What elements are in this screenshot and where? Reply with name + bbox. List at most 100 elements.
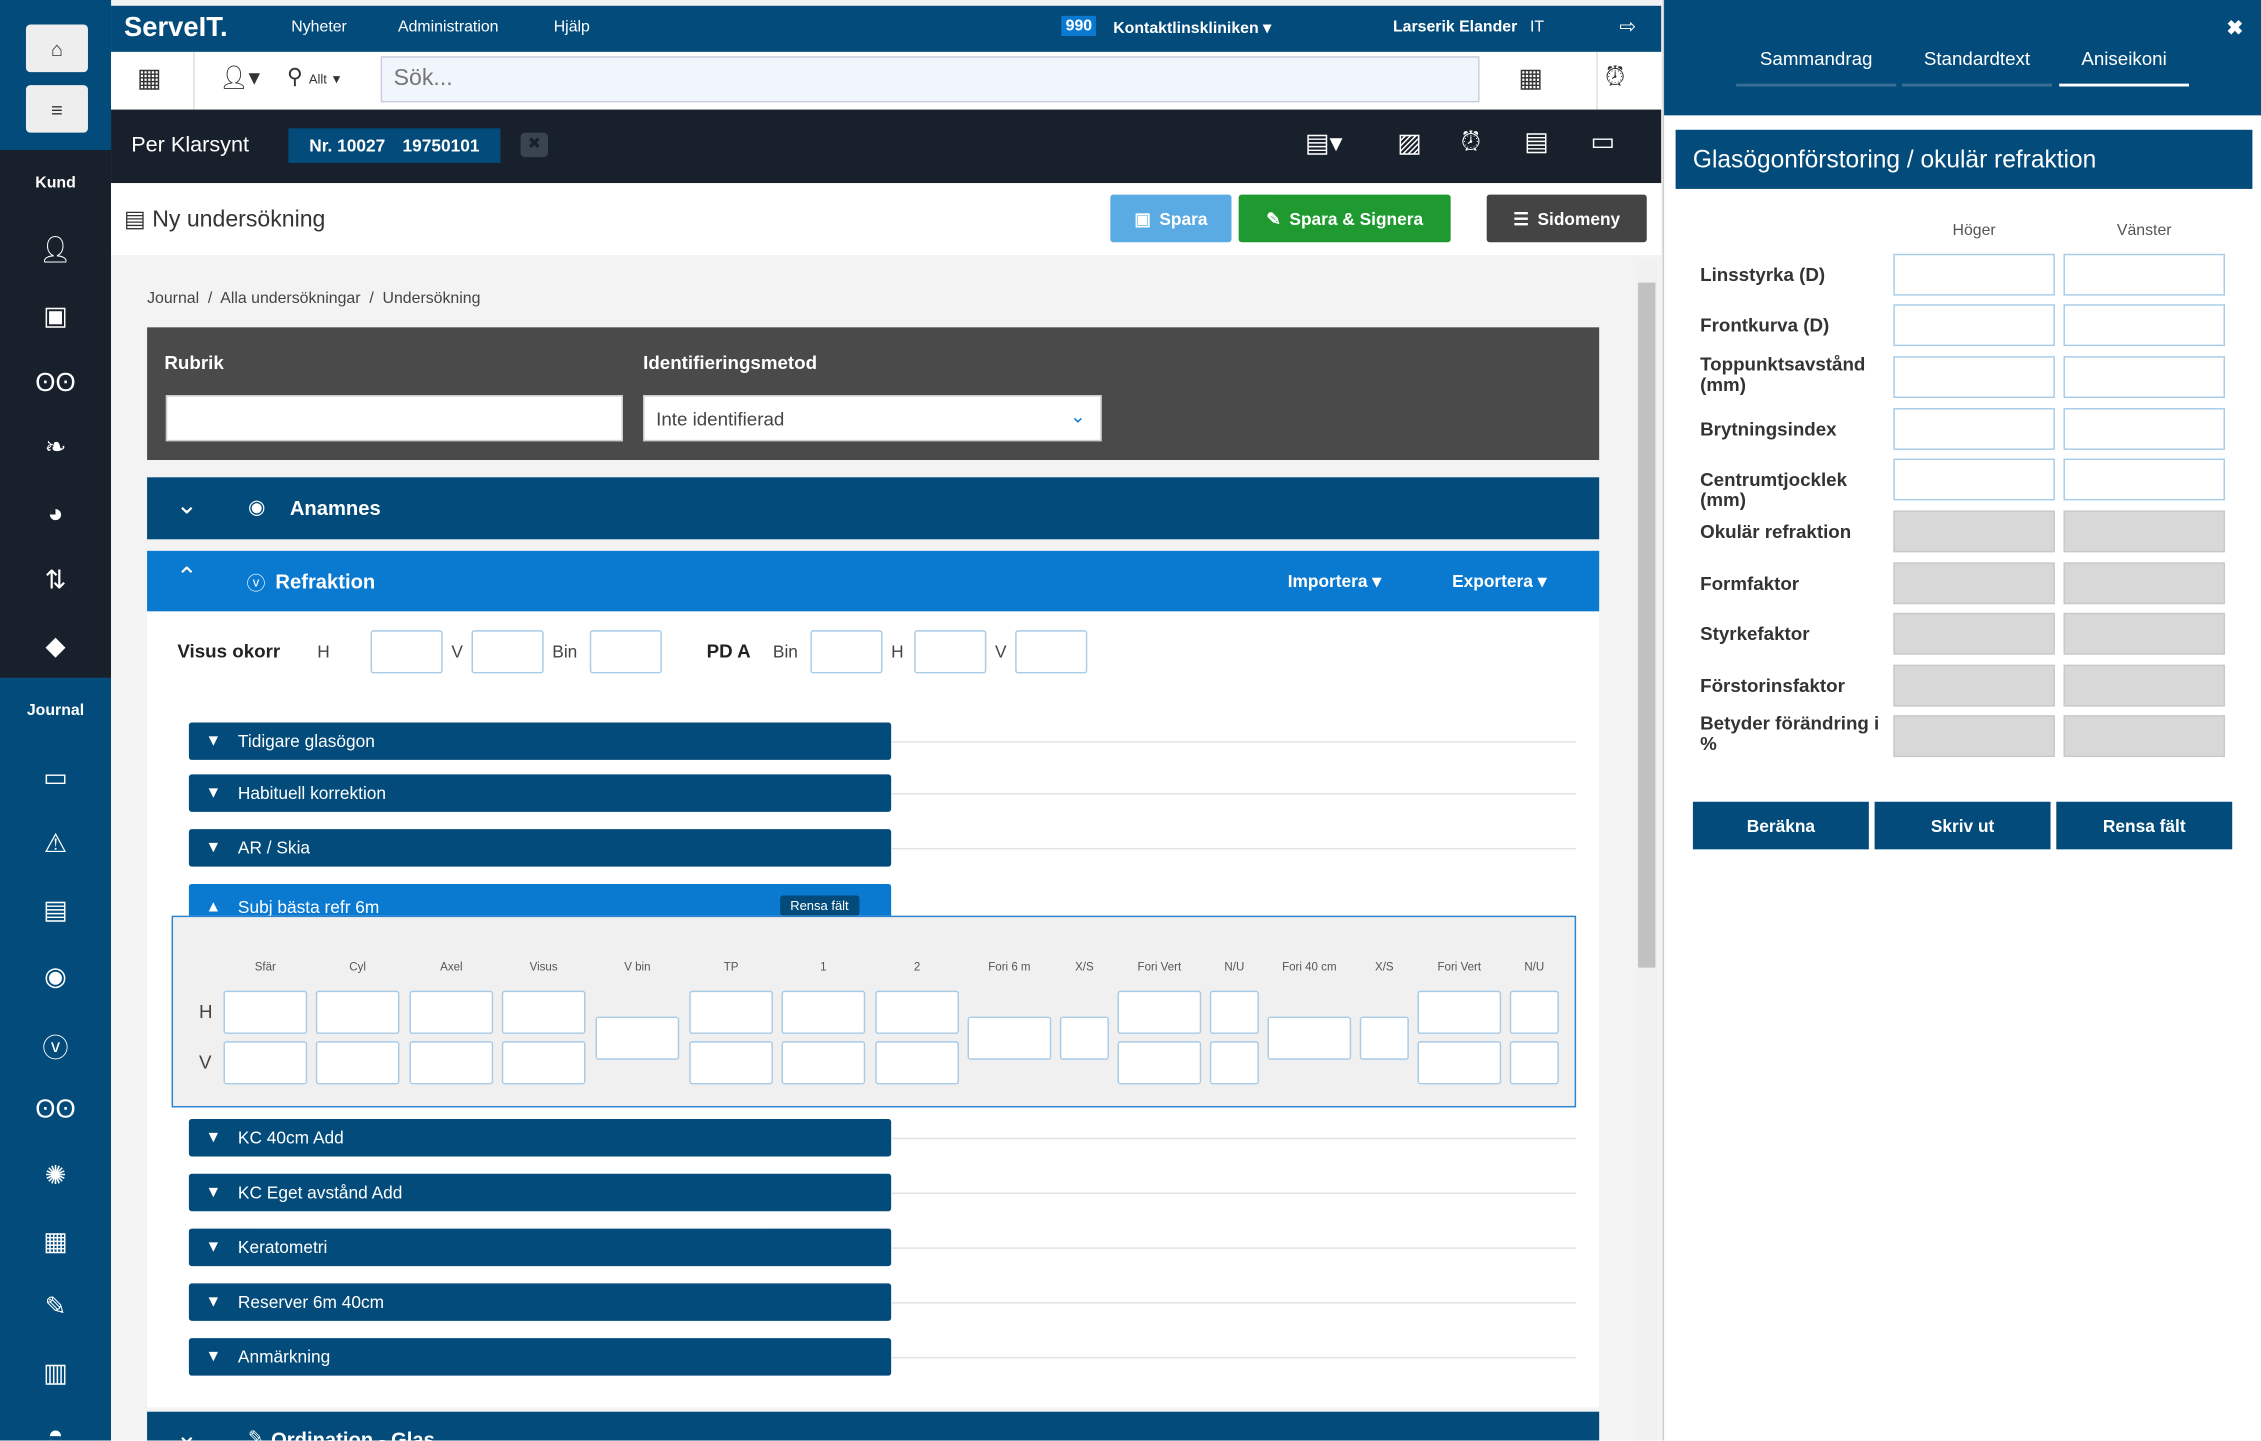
refraction-input[interactable] bbox=[223, 1041, 308, 1085]
refraction-input[interactable] bbox=[875, 1041, 959, 1085]
refraction-input[interactable] bbox=[409, 1041, 494, 1085]
glasses-icon[interactable]: ʘʘ bbox=[0, 368, 111, 398]
clear-fields-button[interactable]: Rensa fält bbox=[780, 895, 859, 916]
print-icon[interactable]: ▭ bbox=[1591, 127, 1616, 157]
calculate-button[interactable]: Beräkna bbox=[1692, 801, 1869, 850]
refraction-input[interactable] bbox=[1209, 990, 1259, 1034]
eye-icon[interactable]: ◉ bbox=[0, 962, 111, 992]
subsection-ar-skia[interactable]: ▼ AR / Skia bbox=[188, 829, 892, 867]
refraction-input[interactable] bbox=[781, 1041, 866, 1085]
document-icon[interactable]: ▥ bbox=[0, 1358, 111, 1388]
panel-input-field[interactable] bbox=[2063, 253, 2226, 296]
section-anamnes[interactable]: ⌄ ◉ Anamnes bbox=[147, 477, 1600, 540]
refraction-input[interactable] bbox=[1359, 1016, 1409, 1060]
add-record-icon[interactable]: ▤▾ bbox=[1305, 128, 1343, 158]
refraction-input[interactable] bbox=[875, 990, 959, 1034]
scrollbar-thumb[interactable] bbox=[1638, 282, 1656, 968]
refraction-input[interactable] bbox=[1059, 1016, 1109, 1060]
calendar-icon[interactable]: ▦ bbox=[137, 63, 162, 93]
ident-select[interactable]: Inte identifierad ⌄ bbox=[643, 395, 1102, 442]
import-dropdown[interactable]: Importera ▾ bbox=[1288, 571, 1381, 591]
refraction-input[interactable] bbox=[223, 990, 308, 1034]
message-icon[interactable]: ▤ bbox=[1524, 127, 1549, 157]
clinic-selector[interactable]: Kontaktlinskliniken ▾ bbox=[1113, 19, 1271, 37]
panel-input-field[interactable] bbox=[1893, 408, 2055, 450]
printer-icon[interactable]: ▤ bbox=[0, 895, 111, 925]
person-icon[interactable]: 👤︎ bbox=[0, 235, 111, 265]
save-sign-button[interactable]: ✎ Spara & Signera bbox=[1238, 194, 1451, 243]
logout-icon[interactable]: ⇨ bbox=[1619, 14, 1636, 39]
rubrik-input[interactable] bbox=[165, 395, 623, 442]
refraction-input[interactable] bbox=[1267, 1016, 1352, 1060]
visus-bin-input[interactable] bbox=[589, 630, 662, 674]
pda-bin-input[interactable] bbox=[810, 630, 883, 674]
scrollbar[interactable] bbox=[1636, 262, 1657, 1441]
subsection-reserver[interactable]: ▼ Reserver 6m 40cm bbox=[188, 1283, 892, 1321]
refraction-input[interactable] bbox=[1509, 1041, 1559, 1085]
user-name[interactable]: Larserik Elander bbox=[1393, 19, 1517, 36]
clock-icon[interactable]: ◕ bbox=[0, 499, 111, 529]
panel-input-field[interactable] bbox=[1893, 356, 2055, 398]
pda-v-input[interactable] bbox=[1015, 630, 1088, 674]
panel-input-field[interactable] bbox=[2063, 356, 2226, 398]
close-patient-button[interactable]: ✖ bbox=[520, 132, 548, 158]
subsection-tidigare-glasogon[interactable]: ▼ Tidigare glasögon bbox=[188, 722, 892, 760]
panel-input-field[interactable] bbox=[1893, 304, 2055, 347]
nav-hjalp[interactable]: Hjälp bbox=[554, 19, 590, 36]
menu-button[interactable]: ≡ bbox=[25, 85, 88, 133]
refraction-input[interactable] bbox=[595, 1016, 680, 1060]
refraction-input[interactable] bbox=[501, 1041, 586, 1085]
leaf-icon[interactable]: ❧ bbox=[0, 433, 111, 463]
refraction-input[interactable] bbox=[409, 990, 494, 1034]
refraction-input[interactable] bbox=[1117, 990, 1202, 1034]
case-icon[interactable]: ▦ bbox=[0, 1227, 111, 1257]
tab-standardtext[interactable]: Standardtext bbox=[1901, 48, 2052, 87]
refraction-input[interactable] bbox=[689, 990, 773, 1034]
subsection-anmarkning[interactable]: ▼ Anmärkning bbox=[188, 1338, 892, 1376]
briefcase-icon[interactable]: ▣ bbox=[0, 301, 111, 331]
subsection-keratometri[interactable]: ▼ Keratometri bbox=[188, 1228, 892, 1267]
pda-h-input[interactable] bbox=[914, 630, 987, 674]
visus-h-input[interactable] bbox=[370, 630, 443, 674]
panel-input-field[interactable] bbox=[1893, 253, 2055, 296]
panel-input-field[interactable] bbox=[2063, 304, 2226, 347]
breadcrumb-all-exams[interactable]: Alla undersökningar bbox=[220, 290, 360, 307]
home-button[interactable]: ⌂ bbox=[25, 24, 88, 73]
clear-fields-button[interactable]: Rensa fält bbox=[2056, 801, 2233, 850]
lens-icon[interactable]: ◓ bbox=[0, 1420, 111, 1440]
panel-input-field[interactable] bbox=[2063, 458, 2226, 501]
print-button[interactable]: Skriv ut bbox=[1874, 801, 2051, 850]
calendar-clock-icon[interactable]: ▦ bbox=[1518, 63, 1543, 93]
nav-administration[interactable]: Administration bbox=[398, 19, 499, 36]
eye-exam-icon[interactable]: ▭ bbox=[0, 763, 111, 793]
panel-input-field[interactable] bbox=[2063, 408, 2226, 450]
section-ordination-glas[interactable]: ⌄ ✎ Ordination - Glas bbox=[147, 1411, 1600, 1441]
save-button[interactable]: ▣ Spara bbox=[1110, 194, 1232, 243]
refraction-input[interactable] bbox=[1417, 990, 1502, 1034]
subsection-kc-eget-avstand[interactable]: ▼ KC Eget avstånd Add bbox=[188, 1173, 892, 1212]
section-refraktion[interactable]: ⌃ ⓥ Refraktion Importera ▾ Exportera ▾ bbox=[147, 550, 1600, 612]
refraction-icon[interactable]: ⓥ bbox=[0, 1028, 111, 1065]
panel-input-field[interactable] bbox=[1893, 458, 2055, 501]
refraction-input[interactable] bbox=[315, 1041, 400, 1085]
refraction-input[interactable] bbox=[1509, 990, 1559, 1034]
refraction-input[interactable] bbox=[315, 990, 400, 1034]
refraction-input[interactable] bbox=[1209, 1041, 1259, 1085]
dropper-icon[interactable]: ✎ bbox=[0, 1292, 111, 1322]
notes-icon[interactable]: ▨ bbox=[1397, 128, 1422, 158]
sort-icon[interactable]: ⇅ bbox=[0, 565, 111, 595]
patient-lookup-icon[interactable]: 👤︎▾ bbox=[219, 63, 260, 92]
alarm-icon[interactable]: ⏰︎ bbox=[1461, 127, 1481, 157]
tab-aniseikoni[interactable]: Aniseikoni bbox=[2059, 48, 2189, 87]
alarm-clock-icon[interactable]: ⏰︎ bbox=[1605, 62, 1625, 92]
refraction-input[interactable] bbox=[1417, 1041, 1502, 1085]
visus-v-input[interactable] bbox=[471, 630, 544, 674]
refraction-input[interactable] bbox=[689, 1041, 773, 1085]
warning-icon[interactable]: ⚠ bbox=[0, 829, 111, 859]
refraction-input[interactable] bbox=[781, 990, 866, 1034]
search-input[interactable] bbox=[380, 56, 1480, 103]
nav-nyheter[interactable]: Nyheter bbox=[291, 19, 347, 36]
export-dropdown[interactable]: Exportera ▾ bbox=[1452, 571, 1546, 591]
glasses-icon[interactable]: ʘʘ bbox=[0, 1094, 111, 1124]
subsection-kc-40cm-add[interactable]: ▼ KC 40cm Add bbox=[188, 1118, 892, 1157]
